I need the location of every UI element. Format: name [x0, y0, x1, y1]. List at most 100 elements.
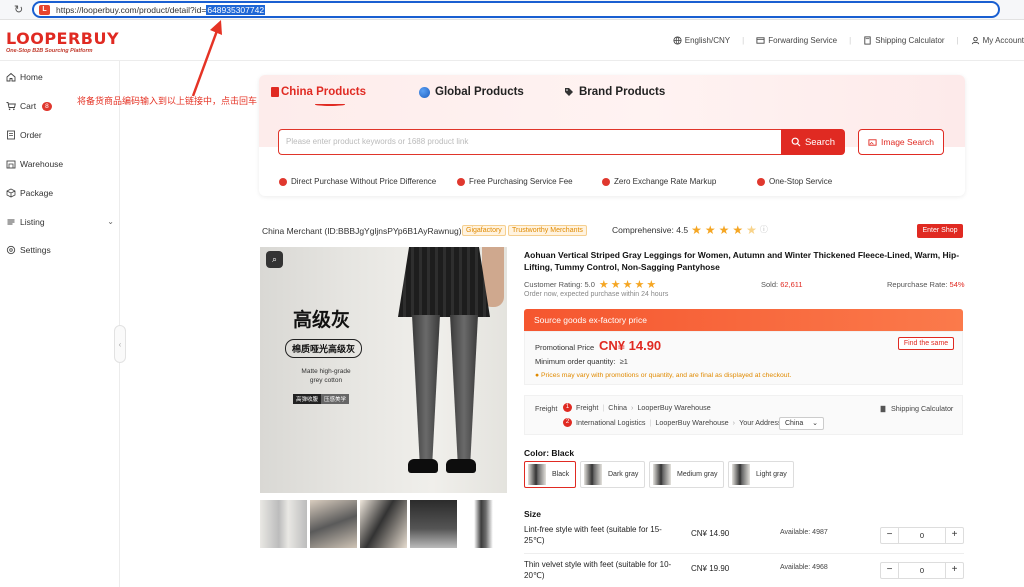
- shipping-calculator-link[interactable]: Shipping Calculator: [863, 36, 945, 45]
- decrement-button[interactable]: −: [881, 528, 898, 543]
- merchant-tag-gigafactory: Gigafactory: [462, 225, 506, 236]
- increment-button[interactable]: +: [946, 563, 963, 578]
- feature-label: Free Purchasing Service Fee: [469, 177, 573, 186]
- reload-icon[interactable]: ↻: [14, 3, 23, 16]
- logo-text: LOOPERBUY: [6, 29, 120, 48]
- price-note-text: Prices may vary with promotions or quant…: [541, 372, 792, 379]
- divider: |: [649, 418, 652, 427]
- image-badges: 高弹收腹 压感美学: [293, 394, 350, 404]
- search-panel: China Products Global Products Brand Pro…: [259, 75, 965, 196]
- sidebar-item-label: Home: [20, 72, 43, 82]
- merchant-tag-trustworthy: Trustworthy Merchants: [508, 225, 587, 236]
- decrement-button[interactable]: −: [881, 563, 898, 578]
- store-icon: [271, 87, 279, 97]
- increment-button[interactable]: +: [946, 528, 963, 543]
- sidebar-item-label: Cart: [20, 101, 37, 111]
- handshake-icon: [757, 177, 765, 186]
- product-thumbnail[interactable]: [410, 500, 457, 548]
- image-english-line: grey cotton: [309, 377, 343, 384]
- image-pill-text: 棉质哑光高级灰: [285, 339, 363, 358]
- enter-shop-button[interactable]: Enter Shop: [917, 224, 963, 238]
- divider: |: [602, 403, 605, 412]
- site-logo[interactable]: LOOPERBUY One-Stop B2B Sourcing Platform: [6, 29, 119, 54]
- info-icon[interactable]: ⓘ: [760, 224, 768, 235]
- shipping-calculator-link-2[interactable]: Shipping Calculator: [879, 404, 953, 413]
- product-thumbnail[interactable]: [310, 500, 357, 548]
- customer-rating: Customer Rating: 5.0 ★★★★★: [524, 278, 658, 291]
- product-thumbnail[interactable]: [460, 500, 507, 548]
- forwarding-service-link[interactable]: Forwarding Service: [756, 36, 837, 45]
- url-product-id: 648935307742: [206, 5, 266, 15]
- tab-label: Global Products: [435, 86, 524, 98]
- quantity-input[interactable]: 0: [898, 563, 946, 578]
- swatch-image: [653, 464, 671, 485]
- sidebar-item-settings[interactable]: Settings: [6, 245, 51, 255]
- step-number-icon: 2: [563, 418, 572, 427]
- home-icon: [6, 72, 16, 82]
- image-icon: [868, 138, 877, 146]
- sidebar-item-label: Warehouse: [20, 159, 64, 169]
- sidebar-item-home[interactable]: Home: [6, 72, 43, 82]
- language-label: English/CNY: [684, 36, 731, 45]
- color-option-black[interactable]: Black: [524, 461, 577, 488]
- merchant-name[interactable]: China Merchant (ID:BBBJgYgljnsPYp6B1AyRa…: [262, 226, 462, 236]
- sidebar-collapse-handle[interactable]: ‹: [114, 325, 126, 363]
- sidebar-item-order[interactable]: Order: [6, 130, 42, 140]
- tab-global-products[interactable]: Global Products: [419, 86, 524, 98]
- color-option-medium-gray[interactable]: Medium gray: [649, 461, 725, 488]
- freight-from: China: [608, 403, 628, 412]
- sidebar-item-package[interactable]: Package: [6, 188, 53, 198]
- percent-icon: [602, 177, 610, 186]
- country-select[interactable]: China ⌄: [779, 417, 824, 430]
- product-main-image[interactable]: ⌕ 高级灰 棉质哑光高级灰 Matte high-grade grey cott…: [260, 247, 507, 493]
- feature-label: Zero Exchange Rate Markup: [614, 177, 717, 186]
- search-button[interactable]: Search: [781, 129, 845, 155]
- sidebar: Home Cart 8 Order Warehouse Package List…: [0, 61, 120, 587]
- product-thumbnail[interactable]: [360, 500, 407, 548]
- repurchase-value: 54%: [949, 280, 965, 289]
- swatch-image: [528, 464, 546, 485]
- globe-icon: [419, 86, 430, 98]
- color-option-label: Medium gray: [677, 471, 718, 478]
- color-label: Color: Black: [524, 448, 575, 458]
- sidebar-item-listing[interactable]: Listing ⌄: [6, 217, 114, 227]
- product-thumbnail[interactable]: [260, 500, 307, 548]
- search-input[interactable]: Please enter product keywords or 1688 pr…: [278, 129, 781, 155]
- logo-tagline: One-Stop B2B Sourcing Platform: [6, 48, 93, 54]
- header-divider: [0, 60, 1024, 61]
- price-note: ● Prices may vary with promotions or qua…: [535, 372, 791, 379]
- shield-icon: [279, 177, 287, 186]
- quantity-stepper: − 0 +: [880, 562, 964, 579]
- size-name: Thin velvet style with feet (suitable fo…: [524, 560, 672, 580]
- image-search-label: Image Search: [881, 137, 934, 147]
- color-option-light-gray[interactable]: Light gray: [728, 461, 794, 488]
- swatch-image: [732, 464, 750, 485]
- price-box: Promotional Price CN¥ 14.90 Find the sam…: [524, 331, 963, 385]
- chevron-down-icon: ⌄: [812, 420, 818, 427]
- sidebar-item-label: Order: [20, 130, 42, 140]
- order-note: Order now, expected purchase within 24 h…: [524, 291, 669, 298]
- quantity-input[interactable]: 0: [898, 528, 946, 543]
- sidebar-item-warehouse[interactable]: Warehouse: [6, 159, 63, 169]
- shipping-calculator-label: Shipping Calculator: [891, 404, 954, 413]
- star-icon: ★: [718, 222, 730, 237]
- image-title: 高级灰: [293, 309, 351, 331]
- model-skirt: [398, 247, 490, 317]
- tab-brand-products[interactable]: Brand Products: [564, 86, 665, 98]
- sidebar-item-cart[interactable]: Cart 8: [6, 101, 52, 111]
- url-text[interactable]: https://looperbuy.com/product/detail?id=…: [56, 5, 266, 15]
- search-icon: [791, 137, 801, 147]
- freight-step-label: International Logistics: [576, 418, 646, 427]
- color-option-dark-gray[interactable]: Dark gray: [580, 461, 646, 488]
- language-currency-link[interactable]: English/CNY: [673, 36, 730, 45]
- chevron-left-icon: ‹: [118, 339, 122, 349]
- model-shoe: [408, 459, 438, 473]
- image-search-button[interactable]: Image Search: [858, 129, 944, 155]
- sidebar-item-label: Settings: [20, 245, 51, 255]
- zoom-icon[interactable]: ⌕: [266, 251, 283, 268]
- tag-icon: [565, 88, 573, 96]
- address-bar[interactable]: L https://looperbuy.com/product/detail?i…: [32, 1, 1000, 18]
- moq-value: ≥1: [619, 357, 628, 366]
- my-account-link[interactable]: My Account: [971, 36, 1024, 45]
- find-same-button[interactable]: Find the same: [898, 337, 954, 350]
